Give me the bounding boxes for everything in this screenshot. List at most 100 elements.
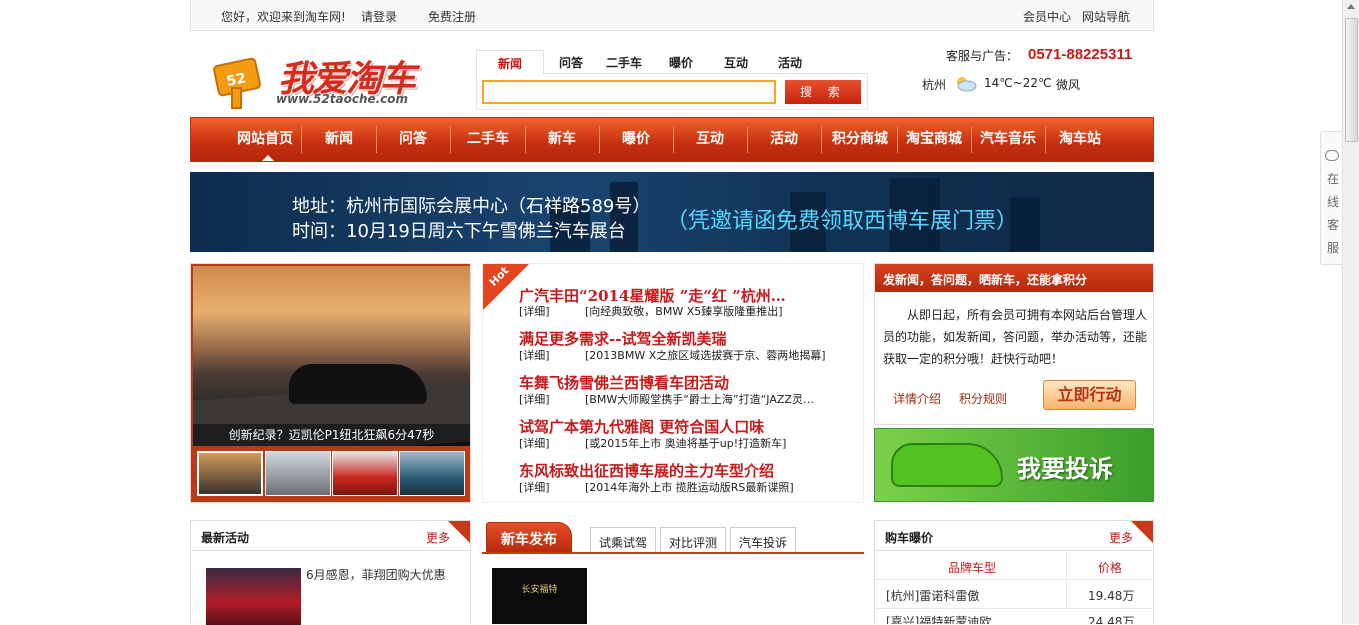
banner-time: 时间：10月19日周六下午雪佛兰汽车展台: [292, 221, 626, 242]
nav-item-points-mall[interactable]: 积分商城: [822, 118, 898, 161]
nav-separator: [301, 126, 302, 153]
online-service-text: 在线客服: [1326, 172, 1339, 255]
nav-item-new-car[interactable]: 新车: [526, 118, 598, 161]
weather-temperature: 14℃~22℃: [984, 76, 1052, 90]
search-tab-qa[interactable]: 问答: [559, 54, 583, 71]
news-sub: [详细] [向经典致敬，BMW X5臻享版隆重推出]: [519, 303, 783, 319]
nav-item-interact[interactable]: 互动: [674, 118, 746, 161]
search-input[interactable]: [482, 80, 776, 104]
nav-item-taoche-station[interactable]: 淘车站: [1045, 118, 1115, 161]
price-row[interactable]: [杭州]雷诺科雷傲 19.48万: [876, 581, 1152, 609]
logo-badge-icon: 52: [213, 57, 261, 109]
latest-activity-title: 最新活动: [201, 531, 250, 545]
price-row-model: [嘉兴]福特新蒙迪欧: [886, 615, 992, 624]
points-rules-link[interactable]: 积分规则: [959, 390, 1007, 407]
nav-item-price[interactable]: 曝价: [600, 118, 672, 161]
points-info-title: 发新闻，答问题，晒新车，还能拿积分: [875, 264, 1153, 292]
price-title: 购车曝价: [885, 531, 934, 545]
nav-item-used-car[interactable]: 二手车: [451, 118, 525, 161]
slide-thumb-2[interactable]: [265, 451, 331, 496]
search-tab-activity[interactable]: 活动: [778, 54, 802, 71]
nav-item-car-music[interactable]: 汽车音乐: [971, 118, 1045, 161]
price-row-price: 19.48万: [1088, 589, 1135, 603]
tab-car-complaint[interactable]: 汽车投诉: [730, 527, 797, 552]
tab-test-drive[interactable]: 试乘试驾: [590, 527, 657, 552]
act-now-button[interactable]: 立即行动: [1043, 380, 1136, 410]
price-row-model: [杭州]雷诺科雷傲: [886, 589, 980, 603]
nav-item-qa[interactable]: 问答: [377, 118, 449, 161]
latest-activity-item[interactable]: 6月感恩，菲翔团购大优惠: [306, 566, 446, 583]
top-bar: 您好，欢迎来到淘车网! 请登录 免费注册 会员中心 网站导航: [190, 0, 1154, 31]
news-title[interactable]: 满足更多需求--试驾全新凯美瑞: [519, 328, 726, 349]
complain-text: 我要投诉: [1017, 455, 1113, 483]
slide-image[interactable]: [193, 266, 470, 446]
register-link[interactable]: 免费注册: [428, 8, 476, 25]
search-tab-news[interactable]: 新闻: [476, 50, 544, 75]
news-sub-link[interactable]: [2014年海外上市 揽胜运动版RS最新谍照]: [585, 481, 794, 494]
news-detail-link[interactable]: [详细]: [519, 391, 585, 407]
slide-thumb-3[interactable]: [332, 451, 398, 496]
price-row-price: 24.48万: [1088, 615, 1135, 624]
news-title[interactable]: 车舞飞扬雪佛兰西博看车团活动: [519, 372, 729, 393]
nav-item-activity[interactable]: 活动: [748, 118, 820, 161]
news-sub: [详细] [或2015年上市 奥迪将基于up!打造新车]: [519, 435, 786, 451]
site-nav-link[interactable]: 网站导航: [1082, 8, 1130, 25]
complain-banner[interactable]: 我要投诉: [874, 428, 1154, 502]
news-title[interactable]: 试驾广本第九代雅阁 更符合国人口味: [519, 416, 764, 437]
news-detail-link[interactable]: [详细]: [519, 435, 585, 451]
hot-news: Hot 广汽丰田“2014星耀版 ”走“红 ”杭州… [详细] [向经典致敬，BM…: [482, 263, 864, 503]
expo-banner[interactable]: 地址：杭州市国际会展中心（石祥路589号） 时间：10月19日周六下午雪佛兰汽车…: [190, 172, 1154, 252]
news-sub-link[interactable]: [向经典致敬，BMW X5臻享版隆重推出]: [585, 305, 783, 318]
news-title[interactable]: 东风标致出征西博车展的主力车型介绍: [519, 460, 774, 481]
price-col-price: 价格: [1098, 561, 1123, 575]
scroll-up-icon[interactable]: [1347, 4, 1355, 9]
price-table-header: 品牌车型 价格: [876, 552, 1152, 580]
search-tab-price[interactable]: 曝价: [669, 54, 693, 71]
detail-intro-link[interactable]: 详情介绍: [893, 390, 941, 407]
slide-thumb-1[interactable]: [197, 451, 263, 496]
complain-car-image: [891, 443, 1003, 487]
welcome-text: 您好，欢迎来到淘车网!: [221, 10, 346, 24]
news-detail-link[interactable]: [详细]: [519, 347, 585, 363]
scrollbar-thumb[interactable]: [1345, 18, 1358, 142]
vertical-scrollbar[interactable]: [1342, 0, 1359, 624]
search-box: 搜 索: [476, 74, 868, 110]
login-link[interactable]: 请登录: [361, 8, 397, 25]
search-button[interactable]: 搜 索: [785, 80, 861, 104]
search-tab-interact[interactable]: 互动: [724, 54, 748, 71]
news-detail-link[interactable]: [详细]: [519, 479, 585, 495]
newcar-tabbar: 新车发布 试乘试驾 对比评测 汽车投诉: [482, 520, 864, 554]
news-sub-link[interactable]: [BMW大师殿堂携手“爵士上海”打造“JAZZ灵…: [585, 393, 814, 406]
site-logo[interactable]: 52 我爱淘车 www.52taoche.com: [212, 50, 434, 110]
news-sub-link[interactable]: [2013BMW X之旅区域选拔赛于京、蓉两地揭幕]: [585, 349, 826, 362]
weather-wind: 微风: [1056, 78, 1081, 92]
news-sub: [详细] [2013BMW X之旅区域选拔赛于京、蓉两地揭幕]: [519, 347, 826, 363]
logo-url: www.52taoche.com: [276, 92, 409, 106]
price-row[interactable]: [嘉兴]福特新蒙迪欧 24.48万: [876, 610, 1152, 624]
banner-address: 地址：杭州市国际会展中心（石祥路589号）: [292, 196, 651, 217]
focus-slideshow: 创新纪录？迈凯伦P1纽北狂飙6分47秒: [190, 263, 471, 503]
price-col-model: 品牌车型: [948, 561, 997, 575]
tab-new-car-release[interactable]: 新车发布: [486, 522, 572, 552]
news-detail-link[interactable]: [详细]: [519, 303, 585, 319]
nav-item-news[interactable]: 新闻: [303, 118, 375, 161]
cloud-sun-icon: [957, 77, 977, 92]
points-info-text: 从即日起，所有会员可拥有本网站后台管理人员的功能，如发新闻，答问题，举办活动等，…: [883, 308, 1148, 366]
news-sub: [详细] [BMW大师殿堂携手“爵士上海”打造“JAZZ灵…: [519, 391, 814, 407]
slide-thumb-4[interactable]: [399, 451, 465, 496]
price-header: 购车曝价 更多: [875, 521, 1153, 551]
news-sub-link[interactable]: [或2015年上市 奥迪将基于up!打造新车]: [585, 437, 786, 450]
latest-activity-more[interactable]: 更多: [426, 529, 450, 546]
tab-comparison[interactable]: 对比评测: [660, 527, 727, 552]
service-label: 客服与广告：: [946, 49, 1019, 63]
price-more[interactable]: 更多: [1109, 529, 1133, 546]
newcar-thumb[interactable]: 长安福特: [492, 568, 587, 624]
nav-item-taobao-mall[interactable]: 淘宝商城: [897, 118, 971, 161]
points-info-box: 发新闻，答问题，晒新车，还能拿积分 从即日起，所有会员可拥有本网站后台管理人员的…: [874, 263, 1154, 425]
online-service-float[interactable]: 在线客服: [1320, 131, 1344, 265]
price-col-divider: [1066, 581, 1067, 609]
search-tab-used-car[interactable]: 二手车: [606, 54, 642, 71]
member-center-link[interactable]: 会员中心: [1023, 8, 1071, 25]
latest-activity-image[interactable]: [206, 568, 301, 625]
slide-caption[interactable]: 创新纪录？迈凯伦P1纽北狂飙6分47秒: [193, 424, 470, 446]
